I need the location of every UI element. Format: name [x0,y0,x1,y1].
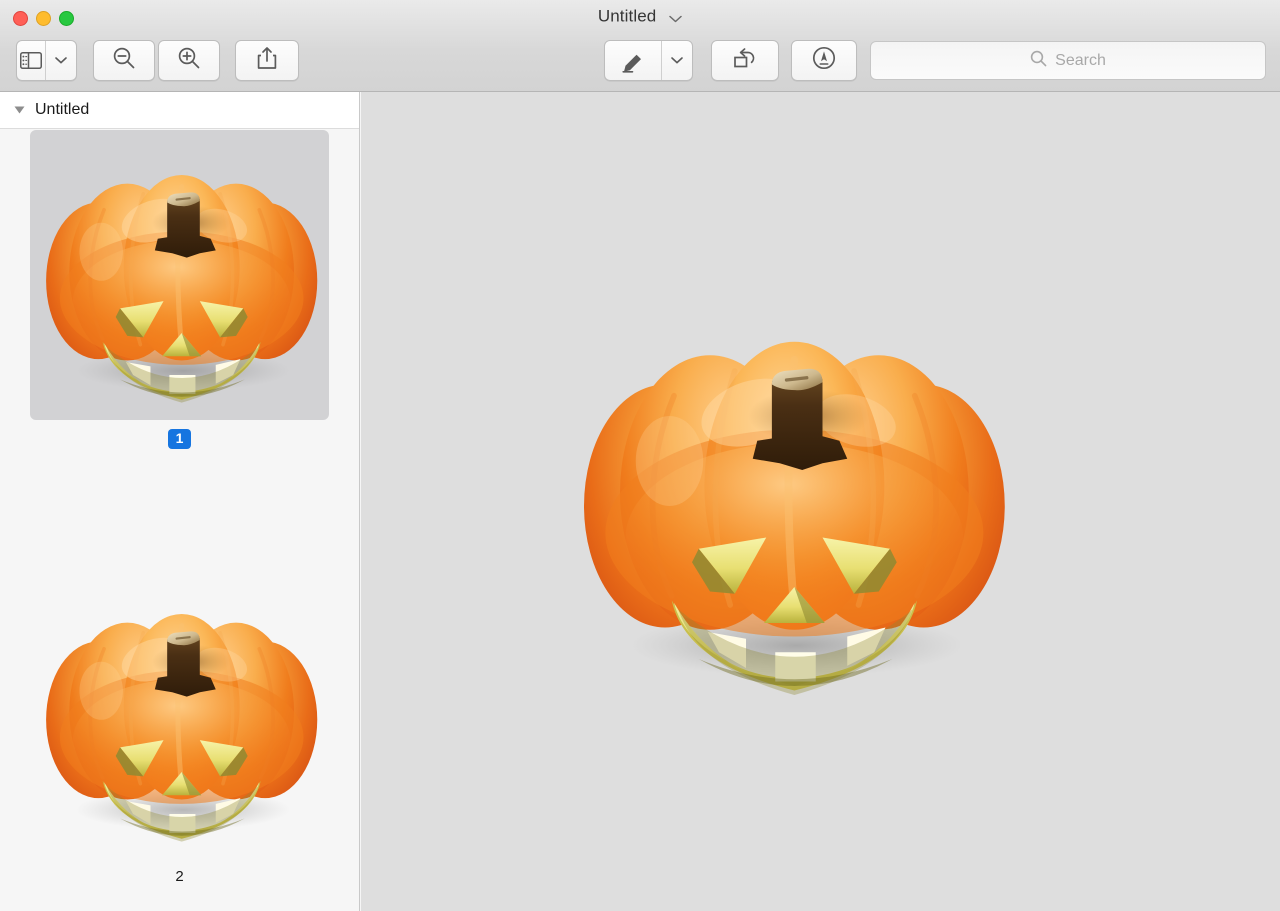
document-canvas[interactable] [361,92,1280,911]
page-number-badge-1: 1 [168,429,191,449]
minimize-button[interactable] [36,11,51,26]
sign-button[interactable] [791,40,857,81]
rotate-left-icon [732,46,758,75]
thumbnail-selection-background[interactable] [30,130,329,420]
search-field[interactable]: Search [870,41,1266,80]
page-number-label-2: 2 [175,868,184,885]
sidebar-options-chevron-down-icon[interactable] [45,41,76,80]
share-icon [256,46,278,75]
chevron-down-icon[interactable] [669,8,682,28]
window-title: Untitled [0,6,1280,27]
window-title-text: Untitled [597,6,657,26]
page-label-row-2: 2 [0,868,359,886]
markup-pen-icon[interactable] [605,41,661,80]
zoom-in-icon [177,46,201,75]
markup-button[interactable] [604,40,693,81]
sign-icon [811,45,837,76]
rotate-button[interactable] [711,40,779,81]
zoom-out-button[interactable] [93,40,155,81]
close-button[interactable] [13,11,28,26]
traffic-lights [13,11,74,26]
sidebar-header-label: Untitled [35,101,90,118]
search-icon [1030,50,1047,72]
zoom-out-icon [112,46,136,75]
thumbnail-image-page-2[interactable] [30,569,329,859]
preview-window: Untitled Search Untitled 1 2 [0,0,1280,911]
maximize-button[interactable] [59,11,74,26]
thumbnail-list: 1 2 [0,129,359,911]
zoom-in-button[interactable] [158,40,220,81]
thumbnail-item-page-2[interactable]: 2 [0,569,359,899]
canvas-image[interactable] [566,272,1016,722]
share-button[interactable] [235,40,299,81]
thumbnail-item-page-1[interactable]: 1 [0,130,359,460]
markup-options-chevron-down-icon[interactable] [661,41,692,80]
page-label-row-1: 1 [0,429,359,449]
thumbnail-background-2[interactable] [30,569,329,859]
thumbnail-image-page-1[interactable] [30,130,329,420]
thumbnail-sidebar: Untitled 1 2 [0,92,360,911]
search-input[interactable]: Search [1055,52,1106,70]
disclosure-triangle-icon[interactable] [14,106,25,114]
titlebar: Untitled Search [0,0,1280,92]
sidebar-header[interactable]: Untitled [0,92,359,129]
sidebar-icon[interactable] [17,41,45,80]
sidebar-toggle-button[interactable] [16,40,77,81]
